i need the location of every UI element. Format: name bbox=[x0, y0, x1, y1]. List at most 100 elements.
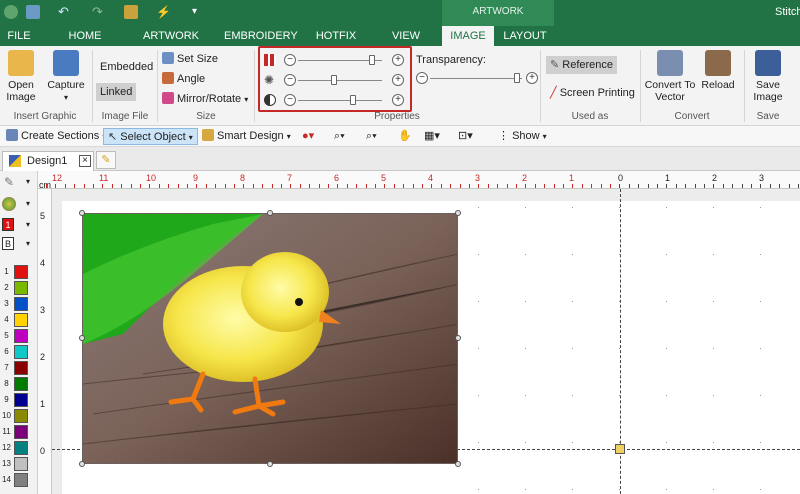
save-image-button[interactable]: Save Image bbox=[748, 50, 788, 103]
increase-icon[interactable]: + bbox=[392, 74, 404, 86]
set-size-button[interactable]: Set Size bbox=[162, 50, 218, 68]
chevron-down-icon[interactable]: ▾ bbox=[26, 220, 30, 229]
chevron-down-icon[interactable]: ▾ bbox=[26, 177, 30, 186]
zoom-area-icon[interactable]: ⌕▾ bbox=[362, 128, 381, 145]
wand-icon bbox=[202, 129, 214, 141]
resize-handle[interactable] bbox=[79, 335, 85, 341]
new-document-icon[interactable]: ✎ bbox=[96, 151, 116, 169]
ruler-label: 9 bbox=[193, 173, 199, 183]
resize-handle[interactable] bbox=[267, 461, 273, 467]
palette-swatch[interactable] bbox=[14, 329, 28, 343]
slider-knob[interactable] bbox=[350, 95, 357, 105]
clipboard-icon[interactable] bbox=[124, 5, 138, 19]
screen-printing-button[interactable]: ╱ Screen Printing bbox=[550, 84, 635, 102]
decrease-icon[interactable]: − bbox=[284, 74, 296, 86]
embedded-button[interactable]: Embedded bbox=[100, 58, 153, 76]
palette-swatch[interactable] bbox=[14, 265, 28, 279]
hand-pan-icon[interactable]: ✋ bbox=[394, 128, 416, 145]
close-icon[interactable]: × bbox=[79, 155, 91, 167]
decrease-icon[interactable]: − bbox=[416, 72, 428, 84]
palette-swatch[interactable] bbox=[14, 377, 28, 391]
increase-icon[interactable]: + bbox=[392, 54, 404, 66]
tab-file[interactable]: FILE bbox=[4, 26, 34, 46]
palette-swatch[interactable] bbox=[14, 425, 28, 439]
resize-handle[interactable] bbox=[455, 335, 461, 341]
palette-swatch[interactable] bbox=[14, 281, 28, 295]
thread-color-1[interactable]: 1 bbox=[2, 218, 14, 231]
redo-icon[interactable]: ↷ bbox=[92, 5, 106, 19]
save-icon[interactable] bbox=[26, 5, 40, 19]
qat-customize-icon[interactable]: ▾ bbox=[192, 5, 206, 19]
decrease-icon[interactable]: − bbox=[284, 94, 296, 106]
tab-hotfix[interactable]: HOTFIX bbox=[310, 26, 362, 46]
hoop-origin-icon[interactable] bbox=[615, 444, 625, 454]
create-sections-button[interactable]: Create Sections ▾ bbox=[2, 128, 110, 145]
increase-icon[interactable]: + bbox=[392, 94, 404, 106]
undo-icon[interactable]: ↶ bbox=[58, 5, 72, 19]
convert-to-vector-button[interactable]: Convert To Vector bbox=[644, 50, 696, 103]
vector-convert-icon bbox=[657, 50, 683, 76]
palette-swatch[interactable] bbox=[14, 473, 28, 487]
color-wheel-icon[interactable] bbox=[2, 197, 16, 211]
resize-handle[interactable] bbox=[79, 461, 85, 467]
open-image-button[interactable]: Open Image bbox=[2, 50, 40, 103]
tab-view[interactable]: VIEW bbox=[386, 26, 426, 46]
design-canvas[interactable] bbox=[52, 189, 800, 494]
decrease-icon[interactable]: − bbox=[284, 54, 296, 66]
ruler-tick bbox=[638, 184, 640, 188]
grid-dot bbox=[713, 395, 714, 396]
slider-knob[interactable] bbox=[514, 73, 521, 83]
app-icon bbox=[4, 5, 18, 19]
saturation-slider[interactable]: ✺ − + bbox=[264, 72, 404, 90]
reference-button[interactable]: ✎ Reference bbox=[546, 56, 618, 74]
ruler-tick bbox=[252, 184, 254, 188]
zoom-icon[interactable]: ⌕▾ bbox=[330, 128, 349, 145]
eyedropper-icon[interactable]: ✎ bbox=[4, 175, 14, 189]
tab-home[interactable]: HOME bbox=[60, 26, 110, 46]
snap-icon[interactable]: ⊡▾ bbox=[454, 128, 477, 145]
slider-knob[interactable] bbox=[331, 75, 338, 85]
mirror-rotate-button[interactable]: Mirror/Rotate ▾ bbox=[162, 90, 248, 108]
color-picker-icon[interactable]: ●▾ bbox=[298, 128, 318, 145]
tab-layout[interactable]: LAYOUT bbox=[500, 26, 550, 46]
document-tab-design1[interactable]: Design1 × bbox=[2, 151, 94, 171]
slider-knob[interactable] bbox=[368, 55, 375, 65]
palette-number: 3 bbox=[4, 299, 9, 308]
palette-swatch[interactable] bbox=[14, 441, 28, 455]
resize-handle[interactable] bbox=[267, 210, 273, 216]
smart-design-button[interactable]: Smart Design ▾ bbox=[198, 128, 295, 145]
tab-image[interactable]: IMAGE bbox=[442, 26, 494, 46]
design-page[interactable] bbox=[52, 189, 800, 494]
linked-button[interactable]: Linked bbox=[96, 83, 137, 101]
palette-swatch[interactable] bbox=[14, 361, 28, 375]
tab-embroidery[interactable]: EMBROIDERY bbox=[224, 26, 298, 46]
resize-handle[interactable] bbox=[79, 210, 85, 216]
show-button[interactable]: ⋮ Show ▾ bbox=[494, 128, 551, 145]
chevron-down-icon[interactable]: ▾ bbox=[26, 199, 30, 208]
palette-swatch[interactable] bbox=[14, 457, 28, 471]
resize-handle[interactable] bbox=[455, 461, 461, 467]
palette-swatch[interactable] bbox=[14, 297, 28, 311]
select-object-button[interactable]: ↖ Select Object ▾ bbox=[103, 128, 198, 145]
ruler-tick bbox=[563, 184, 564, 188]
resize-handle[interactable] bbox=[455, 210, 461, 216]
grid-icon[interactable]: ▦▾ bbox=[420, 128, 444, 145]
capture-button[interactable]: Capture ▾ bbox=[44, 50, 88, 104]
lightning-icon[interactable]: ⚡ bbox=[156, 5, 171, 19]
palette-swatch[interactable] bbox=[14, 393, 28, 407]
ruler-tick bbox=[478, 184, 480, 188]
chevron-down-icon[interactable]: ▾ bbox=[26, 239, 30, 248]
angle-button[interactable]: Angle bbox=[162, 70, 205, 88]
reload-button[interactable]: Reload bbox=[698, 50, 738, 91]
palette-swatch[interactable] bbox=[14, 313, 28, 327]
transparency-slider[interactable]: − + bbox=[416, 70, 546, 88]
brightness-slider[interactable]: − + bbox=[264, 52, 404, 70]
palette-swatch[interactable] bbox=[14, 409, 28, 423]
tab-artwork[interactable]: ARTWORK bbox=[140, 26, 202, 46]
increase-icon[interactable]: + bbox=[526, 72, 538, 84]
contrast-slider[interactable]: − + bbox=[264, 92, 404, 110]
grid-dot bbox=[478, 395, 479, 396]
background-color-b[interactable]: B bbox=[2, 237, 14, 250]
palette-swatch[interactable] bbox=[14, 345, 28, 359]
placed-chick-image[interactable] bbox=[82, 213, 458, 464]
